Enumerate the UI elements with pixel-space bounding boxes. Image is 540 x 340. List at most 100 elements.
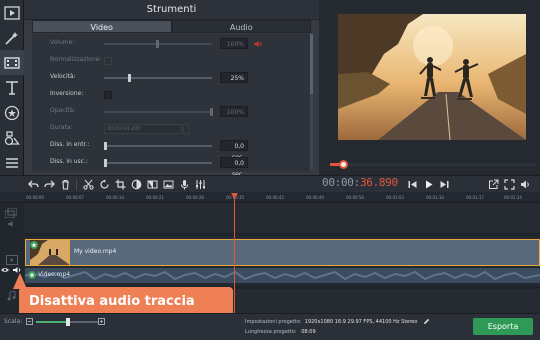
callout-pointer bbox=[13, 273, 27, 289]
duration-label: Durata: bbox=[50, 124, 73, 131]
image-insert-button[interactable] bbox=[161, 177, 176, 192]
seek-handle[interactable] bbox=[339, 160, 348, 169]
opacity-slider-handle[interactable] bbox=[210, 108, 213, 116]
ruler-tick: 00:00:07 bbox=[66, 195, 84, 200]
delete-button[interactable] bbox=[58, 177, 73, 192]
tool-titles[interactable] bbox=[0, 75, 24, 100]
tool-clip-properties[interactable] bbox=[0, 50, 24, 75]
speaker-muted-icon[interactable] bbox=[254, 40, 262, 48]
tool-magic[interactable] bbox=[0, 25, 24, 50]
tool-import[interactable] bbox=[0, 0, 24, 25]
project-length: Lunghezza progetto: 08:09 bbox=[245, 329, 316, 335]
toolbar-separator bbox=[76, 179, 77, 190]
fade-out-value[interactable]: 0,0 sec. bbox=[220, 157, 248, 178]
video-clip-name: My video.mp4 bbox=[74, 248, 117, 255]
overlay-track-icon bbox=[5, 208, 17, 218]
speed-slider-handle[interactable] bbox=[128, 74, 131, 82]
external-open-icon bbox=[489, 179, 499, 189]
volume-value[interactable]: 100% bbox=[220, 38, 248, 49]
crop-icon bbox=[115, 179, 126, 190]
normalize-checkbox[interactable] bbox=[104, 57, 112, 65]
record-voice-button[interactable] bbox=[177, 177, 192, 192]
timeline-zoom-handle[interactable] bbox=[66, 318, 70, 326]
video-preview bbox=[338, 14, 526, 140]
transitions-button[interactable] bbox=[145, 177, 160, 192]
fade-in-value[interactable]: 0,0 sec. bbox=[220, 140, 248, 161]
music-track-icon bbox=[7, 291, 16, 301]
rotate-button[interactable] bbox=[97, 177, 112, 192]
list-menu-icon bbox=[6, 157, 18, 168]
opacity-slider[interactable] bbox=[104, 111, 212, 113]
fade-in-slider-handle[interactable] bbox=[104, 142, 107, 150]
opacity-value[interactable]: 100% bbox=[220, 106, 248, 117]
playhead-line bbox=[234, 196, 235, 313]
overlay-track[interactable] bbox=[24, 203, 540, 233]
undo-button[interactable] bbox=[26, 177, 41, 192]
playback-timecode: 00:00:36.890 bbox=[322, 176, 398, 189]
ruler-tick: 00:00:00 bbox=[26, 195, 44, 200]
magic-wand-icon bbox=[5, 31, 18, 45]
speed-label: Velocità: bbox=[50, 73, 76, 80]
speaker-small-icon[interactable] bbox=[8, 220, 16, 228]
scissors-icon bbox=[83, 179, 94, 190]
tool-sidebar bbox=[0, 0, 24, 175]
tab-audio[interactable]: Audio bbox=[171, 20, 311, 33]
ruler-tick: 00:01:17 bbox=[466, 195, 484, 200]
clip-properties: Volume: 100% Normalizzazione: Velocità: … bbox=[32, 34, 310, 178]
export-snapshot-button[interactable] bbox=[486, 177, 501, 192]
speed-row: Velocità: 25% bbox=[32, 70, 310, 86]
tool-more[interactable] bbox=[0, 150, 24, 175]
undo-icon bbox=[28, 180, 39, 188]
preview-frame-image bbox=[338, 14, 526, 140]
reverse-checkbox[interactable] bbox=[104, 91, 112, 99]
speed-slider[interactable] bbox=[104, 77, 212, 79]
ruler-tick: 00:00:49 bbox=[306, 195, 324, 200]
fullscreen-button[interactable] bbox=[502, 177, 517, 192]
export-button[interactable]: Esporta bbox=[473, 318, 533, 335]
zoom-out-icon[interactable] bbox=[26, 318, 33, 325]
fade-out-slider[interactable] bbox=[104, 162, 212, 164]
skip-forward-button[interactable] bbox=[437, 177, 452, 192]
eye-icon[interactable] bbox=[1, 266, 9, 274]
speed-value[interactable]: 25% bbox=[220, 72, 248, 83]
tool-transitions[interactable] bbox=[0, 125, 24, 150]
timecode-main: 00:00: bbox=[322, 176, 360, 189]
zoom-in-icon[interactable] bbox=[98, 318, 105, 325]
text-title-icon bbox=[6, 80, 18, 95]
playback-seek-bar[interactable] bbox=[330, 163, 536, 166]
panel-scrollbar-thumb[interactable] bbox=[310, 34, 313, 94]
tab-video[interactable]: Video bbox=[32, 20, 172, 33]
split-button[interactable] bbox=[81, 177, 96, 192]
duration-field[interactable]: 00:00:04.200 bbox=[104, 124, 182, 134]
fade-in-slider[interactable] bbox=[104, 145, 212, 147]
project-length-label: Lunghezza progetto: bbox=[245, 329, 297, 335]
microphone-icon bbox=[181, 180, 188, 190]
skip-forward-icon bbox=[440, 181, 449, 188]
timeline-ruler[interactable]: 00:00:00 00:00:07 00:00:14 00:00:21 00:0… bbox=[0, 192, 540, 203]
skip-back-button[interactable] bbox=[405, 177, 420, 192]
opacity-label: Opacità: bbox=[50, 107, 76, 114]
trash-icon bbox=[62, 179, 69, 190]
crop-button[interactable] bbox=[113, 177, 128, 192]
volume-button[interactable] bbox=[518, 177, 533, 192]
duration-spinner[interactable] bbox=[183, 124, 189, 134]
project-length-value: 08:09 bbox=[301, 329, 316, 335]
edit-pencil-icon[interactable] bbox=[423, 318, 430, 325]
tool-stickers[interactable] bbox=[0, 100, 24, 125]
shapes-icon bbox=[4, 130, 20, 145]
ruler-tick: 00:00:14 bbox=[106, 195, 124, 200]
sliders-icon bbox=[196, 180, 205, 189]
panel-title: Strumenti bbox=[24, 0, 319, 20]
color-adjust-button[interactable] bbox=[129, 177, 144, 192]
clip-settings-button[interactable] bbox=[193, 177, 208, 192]
speaker-icon bbox=[521, 180, 529, 189]
fade-out-slider-handle[interactable] bbox=[104, 159, 107, 167]
timecode-fraction: 36.890 bbox=[359, 176, 398, 189]
audio-waveform bbox=[25, 270, 540, 281]
redo-icon bbox=[44, 180, 55, 188]
reverse-label: Inversione: bbox=[50, 90, 84, 97]
volume-slider-handle[interactable] bbox=[156, 40, 159, 48]
play-button[interactable] bbox=[421, 177, 436, 192]
redo-button[interactable] bbox=[42, 177, 57, 192]
project-settings: Impostazioni progetto: 1920x1080 16:9 29… bbox=[245, 319, 417, 325]
